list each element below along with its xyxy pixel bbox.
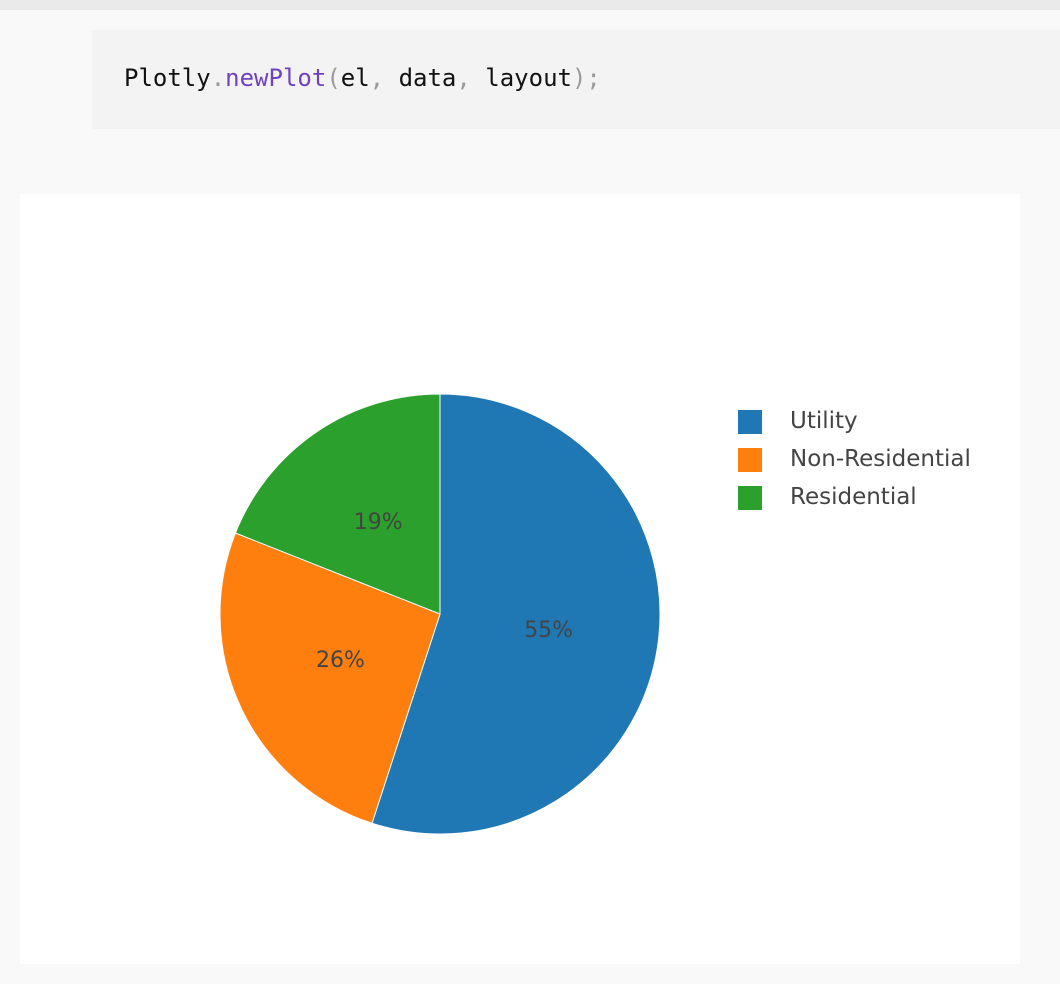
legend-label-residential: Residential: [790, 484, 917, 510]
plot-area: 55% 26% 19% Utility Non-Residential Resident…: [20, 194, 1020, 964]
code-close: );: [571, 64, 601, 92]
legend-item-residential[interactable]: Residential: [738, 480, 1008, 518]
code-arg-el: el: [340, 64, 370, 92]
legend-swatch-non-residential: [738, 448, 762, 472]
pie-chart: 55% 26% 19%: [219, 393, 661, 835]
legend-label-utility: Utility: [790, 408, 858, 434]
code-comma-1: ,: [369, 64, 385, 92]
legend-item-utility[interactable]: Utility: [738, 404, 1008, 442]
top-strip: [0, 0, 1060, 10]
legend-swatch-utility: [738, 410, 762, 434]
code-dot: .: [210, 64, 226, 92]
code-comma-2: ,: [456, 64, 471, 92]
code-line: Plotly.newPlot(el, data, layout);: [124, 63, 601, 93]
code-block: Plotly.newPlot(el, data, layout);: [92, 30, 1060, 129]
legend: Utility Non-Residential Residential: [738, 404, 1008, 518]
pie-label-non-residential: 26%: [316, 648, 365, 673]
legend-item-non-residential[interactable]: Non-Residential: [738, 442, 1008, 480]
code-open-paren: (: [326, 64, 341, 92]
legend-label-non-residential: Non-Residential: [790, 446, 971, 472]
code-arg-layout: layout: [485, 64, 572, 92]
pie-label-residential: 19%: [354, 510, 403, 535]
code-function: newPlot: [225, 64, 327, 92]
code-object: Plotly: [124, 64, 211, 92]
code-arg-data: data: [398, 64, 457, 92]
legend-swatch-residential: [738, 486, 762, 510]
pie-label-utility: 55%: [524, 618, 573, 643]
